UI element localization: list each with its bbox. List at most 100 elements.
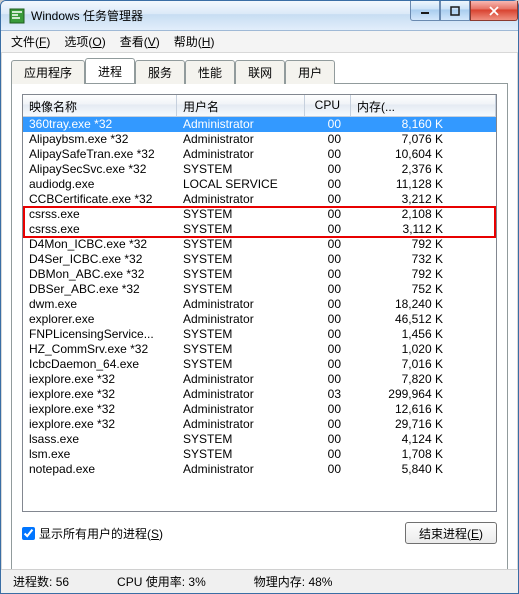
window-title: Windows 任务管理器 [31, 7, 410, 24]
cell-image: csrss.exe [23, 207, 177, 222]
menu-view[interactable]: 查看(V) [120, 33, 160, 50]
table-row[interactable]: dwm.exeAdministrator0018,240 K [23, 297, 496, 312]
end-process-button[interactable]: 结束进程(E) [405, 522, 497, 544]
cell-cpu: 00 [305, 117, 351, 132]
cell-user: Administrator [177, 312, 305, 327]
cell-image: iexplore.exe *32 [23, 372, 177, 387]
minimize-button[interactable] [410, 1, 440, 21]
cell-image: notepad.exe [23, 462, 177, 477]
content-area: 应用程序进程服务性能联网用户 映像名称 用户名 CPU 内存(... 360tr… [1, 53, 518, 573]
cell-mem: 2,376 K [351, 162, 447, 177]
cell-user: SYSTEM [177, 447, 305, 462]
table-row[interactable]: AlipaySafeTran.exe *32Administrator0010,… [23, 147, 496, 162]
cell-user: Administrator [177, 402, 305, 417]
cell-mem: 46,512 K [351, 312, 447, 327]
process-rows[interactable]: 360tray.exe *32Administrator008,160 KAli… [23, 117, 496, 511]
tab-apps[interactable]: 应用程序 [11, 60, 85, 84]
cell-cpu: 00 [305, 447, 351, 462]
table-row[interactable]: lsass.exeSYSTEM004,124 K [23, 432, 496, 447]
show-all-users-input[interactable] [22, 527, 35, 540]
cell-cpu: 00 [305, 147, 351, 162]
table-row[interactable]: csrss.exeSYSTEM003,112 K [23, 222, 496, 237]
cell-image: audiodg.exe [23, 177, 177, 192]
cell-cpu: 00 [305, 267, 351, 282]
cell-mem: 29,716 K [351, 417, 447, 432]
table-row[interactable]: notepad.exeAdministrator005,840 K [23, 462, 496, 477]
cell-mem: 8,160 K [351, 117, 447, 132]
cell-cpu: 00 [305, 372, 351, 387]
table-row[interactable]: 360tray.exe *32Administrator008,160 K [23, 117, 496, 132]
table-row[interactable]: iexplore.exe *32Administrator0029,716 K [23, 417, 496, 432]
cell-image: lsass.exe [23, 432, 177, 447]
table-row[interactable]: IcbcDaemon_64.exeSYSTEM007,016 K [23, 357, 496, 372]
processes-panel: 映像名称 用户名 CPU 内存(... 360tray.exe *32Admin… [11, 83, 508, 573]
table-row[interactable]: iexplore.exe *32Administrator007,820 K [23, 372, 496, 387]
tabstrip: 应用程序进程服务性能联网用户 [11, 59, 508, 83]
cell-image: D4Ser_ICBC.exe *32 [23, 252, 177, 267]
tab-services[interactable]: 服务 [135, 60, 185, 84]
table-row[interactable]: csrss.exeSYSTEM002,108 K [23, 207, 496, 222]
cell-mem: 1,020 K [351, 342, 447, 357]
cell-user: SYSTEM [177, 357, 305, 372]
table-row[interactable]: FNPLicensingService...SYSTEM001,456 K [23, 327, 496, 342]
cell-cpu: 00 [305, 432, 351, 447]
tab-perf[interactable]: 性能 [185, 60, 235, 84]
menu-file[interactable]: 文件(F) [11, 33, 50, 50]
cell-user: Administrator [177, 297, 305, 312]
cell-mem: 2,108 K [351, 207, 447, 222]
cell-mem: 792 K [351, 267, 447, 282]
cell-user: Administrator [177, 192, 305, 207]
cell-image: lsm.exe [23, 447, 177, 462]
show-all-users-checkbox[interactable]: 显示所有用户的进程(S) [22, 525, 163, 542]
cell-image: FNPLicensingService... [23, 327, 177, 342]
menu-options[interactable]: 选项(O) [64, 33, 105, 50]
cell-image: AlipaySafeTran.exe *32 [23, 147, 177, 162]
cell-user: SYSTEM [177, 282, 305, 297]
table-row[interactable]: CCBCertificate.exe *32Administrator003,2… [23, 192, 496, 207]
statusbar: 进程数: 56 CPU 使用率: 3% 物理内存: 48% [1, 569, 518, 593]
tab-proc[interactable]: 进程 [85, 58, 135, 83]
cell-user: SYSTEM [177, 327, 305, 342]
table-row[interactable]: explorer.exeAdministrator0046,512 K [23, 312, 496, 327]
table-row[interactable]: AlipaySecSvc.exe *32SYSTEM002,376 K [23, 162, 496, 177]
col-user[interactable]: 用户名 [177, 95, 305, 116]
cell-cpu: 00 [305, 282, 351, 297]
cell-image: HZ_CommSrv.exe *32 [23, 342, 177, 357]
table-row[interactable]: iexplore.exe *32Administrator0012,616 K [23, 402, 496, 417]
cell-image: 360tray.exe *32 [23, 117, 177, 132]
cell-mem: 3,212 K [351, 192, 447, 207]
cell-cpu: 00 [305, 357, 351, 372]
cell-user: SYSTEM [177, 237, 305, 252]
cell-user: SYSTEM [177, 267, 305, 282]
process-list: 映像名称 用户名 CPU 内存(... 360tray.exe *32Admin… [22, 94, 497, 512]
table-row[interactable]: lsm.exeSYSTEM001,708 K [23, 447, 496, 462]
tab-net[interactable]: 联网 [235, 60, 285, 84]
table-row[interactable]: HZ_CommSrv.exe *32SYSTEM001,020 K [23, 342, 496, 357]
table-row[interactable]: DBSer_ABC.exe *32SYSTEM00752 K [23, 282, 496, 297]
cell-mem: 1,708 K [351, 447, 447, 462]
cell-image: DBSer_ABC.exe *32 [23, 282, 177, 297]
table-row[interactable]: DBMon_ABC.exe *32SYSTEM00792 K [23, 267, 496, 282]
table-row[interactable]: audiodg.exeLOCAL SERVICE0011,128 K [23, 177, 496, 192]
col-cpu[interactable]: CPU [305, 95, 351, 116]
cell-user: Administrator [177, 387, 305, 402]
cell-user: SYSTEM [177, 162, 305, 177]
table-row[interactable]: iexplore.exe *32Administrator03299,964 K [23, 387, 496, 402]
table-row[interactable]: Alipaybsm.exe *32Administrator007,076 K [23, 132, 496, 147]
cell-mem: 5,840 K [351, 462, 447, 477]
tab-users[interactable]: 用户 [285, 60, 335, 84]
close-button[interactable] [470, 1, 518, 21]
column-headers: 映像名称 用户名 CPU 内存(... [23, 95, 496, 117]
menu-help[interactable]: 帮助(H) [174, 33, 215, 50]
table-row[interactable]: D4Ser_ICBC.exe *32SYSTEM00732 K [23, 252, 496, 267]
titlebar[interactable]: Windows 任务管理器 [1, 1, 518, 31]
cell-cpu: 00 [305, 237, 351, 252]
col-mem[interactable]: 内存(... [351, 95, 496, 116]
table-row[interactable]: D4Mon_ICBC.exe *32SYSTEM00792 K [23, 237, 496, 252]
cell-mem: 1,456 K [351, 327, 447, 342]
cell-user: SYSTEM [177, 342, 305, 357]
maximize-button[interactable] [440, 1, 470, 21]
col-image[interactable]: 映像名称 [23, 95, 177, 116]
cell-image: AlipaySecSvc.exe *32 [23, 162, 177, 177]
cell-mem: 752 K [351, 282, 447, 297]
